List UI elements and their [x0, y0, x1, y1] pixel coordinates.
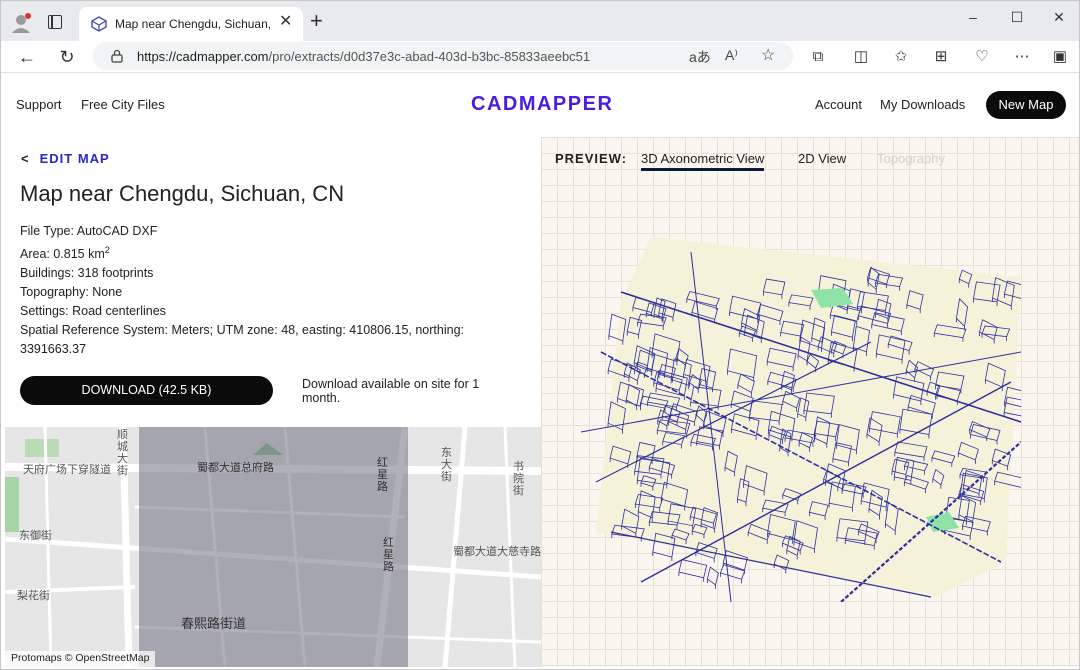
- map-label: 红星路: [383, 537, 394, 573]
- tab-bar: Map near Chengdu, Sichuan, CN ✕ + – ☐ ✕: [1, 1, 1079, 41]
- map-label: 东大街: [441, 447, 452, 483]
- address-bar: ← ↻ https://cadmapper.com/pro/extracts/d…: [1, 41, 1079, 73]
- tab-actions-icon[interactable]: [48, 15, 62, 29]
- new-tab-button[interactable]: +: [310, 10, 323, 32]
- extract-metadata: File Type: AutoCAD DXF Area: 0.815 km2 B…: [20, 222, 500, 359]
- site-header: Support Free City Files CADMAPPER Accoun…: [1, 73, 1079, 137]
- map-label: 红星路: [377, 457, 388, 493]
- split-screen-icon[interactable]: ◫: [852, 48, 870, 66]
- map-label: 顺城大街: [117, 429, 128, 477]
- map-label: 天府广场下穿隧道: [23, 464, 111, 476]
- cadmapper-favicon-icon: [91, 16, 107, 32]
- tab-close-icon[interactable]: ✕: [279, 14, 292, 30]
- lock-icon[interactable]: [111, 49, 123, 63]
- cadmapper-logo[interactable]: CADMAPPER: [471, 93, 613, 116]
- area: Area: 0.815 km2: [20, 241, 500, 264]
- building-footprint: [719, 564, 746, 584]
- map-label: 梨花街: [17, 590, 50, 602]
- nav-free-city-files-link[interactable]: Free City Files: [81, 97, 165, 112]
- area-unit-superscript: 2: [104, 245, 110, 255]
- nav-account-link[interactable]: Account: [815, 97, 862, 112]
- reload-icon[interactable]: ↻: [55, 45, 79, 69]
- close-window-button[interactable]: ✕: [1045, 7, 1073, 27]
- tab-2d-view[interactable]: 2D View: [798, 151, 846, 166]
- download-button[interactable]: DOWNLOAD (42.5 KB): [20, 376, 273, 405]
- minimize-button[interactable]: –: [959, 7, 987, 27]
- axonometric-map-preview[interactable]: [581, 232, 1021, 602]
- read-aloud-icon[interactable]: A⁾: [725, 47, 738, 64]
- location-minimap[interactable]: 天府广场下穿隧道 顺城大街 东御街 梨花街 蜀都大道总府路 春熙路街道 红星路 …: [5, 427, 541, 667]
- sidebar-icon[interactable]: ▣: [1051, 48, 1069, 66]
- active-tab[interactable]: Map near Chengdu, Sichuan, CN ✕: [79, 7, 303, 41]
- favorites-icon[interactable]: ✩: [892, 48, 910, 66]
- url-host: https://cadmapper.com: [137, 49, 269, 64]
- edit-map-label: EDIT MAP: [39, 151, 110, 166]
- new-map-button[interactable]: New Map: [986, 91, 1066, 119]
- preview-label: PREVIEW:: [555, 151, 628, 166]
- url-path: /pro/extracts/d0d37e3c-abad-403d-b3bc-85…: [268, 49, 591, 64]
- star-icon[interactable]: ☆: [761, 45, 775, 65]
- extract-details-panel: < EDIT MAP Map near Chengdu, Sichuan, CN …: [5, 137, 541, 427]
- map-label: 春熙路街道: [181, 616, 247, 631]
- map-label: 书院街: [513, 461, 524, 497]
- download-availability-note: Download available on site for 1 month.: [302, 377, 480, 405]
- file-type: File Type: AutoCAD DXF: [20, 224, 158, 238]
- translate-icon[interactable]: aあ: [689, 47, 711, 67]
- map-attribution[interactable]: Protomaps © OpenStreetMap: [5, 651, 156, 667]
- buildings: Buildings: 318 footprints: [20, 266, 154, 281]
- preview-panel: PREVIEW: 3D Axonometric View 2D View Top…: [541, 137, 1079, 667]
- nav-my-downloads-link[interactable]: My Downloads: [880, 97, 965, 112]
- maximize-button[interactable]: ☐: [1003, 7, 1031, 27]
- spatial-reference-system: Spatial Reference System: Meters; UTM zo…: [20, 323, 464, 357]
- tab-3d-axonometric-view[interactable]: 3D Axonometric View: [641, 151, 765, 171]
- map-label: 蜀都大道总府路: [197, 462, 274, 474]
- building-footprint: [678, 559, 708, 582]
- collections-icon[interactable]: ⊞: [932, 48, 950, 66]
- puzzle-icon[interactable]: ⧉: [809, 48, 827, 66]
- building-footprint: [706, 566, 719, 589]
- more-icon[interactable]: ⋯: [1013, 48, 1031, 66]
- topography: Topography: None: [20, 285, 123, 300]
- edit-map-link[interactable]: < EDIT MAP: [21, 151, 110, 166]
- chevron-left-icon: <: [21, 151, 30, 166]
- heart-icon[interactable]: ♡: [973, 48, 991, 66]
- url-text: https://cadmapper.com/pro/extracts/d0d37…: [137, 49, 590, 64]
- tab-title: Map near Chengdu, Sichuan, CN: [115, 17, 275, 31]
- map-label: 蜀都大道大慈寺路: [453, 546, 541, 558]
- settings: Settings: Road centerlines: [20, 304, 166, 319]
- page-title: Map near Chengdu, Sichuan, CN: [20, 181, 345, 206]
- tab-topography: Topography: [877, 151, 945, 166]
- area-value: Area: 0.815 km: [20, 247, 105, 262]
- browser-window: Map near Chengdu, Sichuan, CN ✕ + – ☐ ✕ …: [0, 0, 1080, 670]
- url-field[interactable]: https://cadmapper.com/pro/extracts/d0d37…: [93, 42, 793, 70]
- nav-support-link[interactable]: Support: [16, 97, 62, 112]
- back-arrow-icon[interactable]: ←: [15, 45, 39, 69]
- profile-avatar-icon[interactable]: [11, 12, 33, 34]
- map-label: 东御街: [19, 530, 52, 542]
